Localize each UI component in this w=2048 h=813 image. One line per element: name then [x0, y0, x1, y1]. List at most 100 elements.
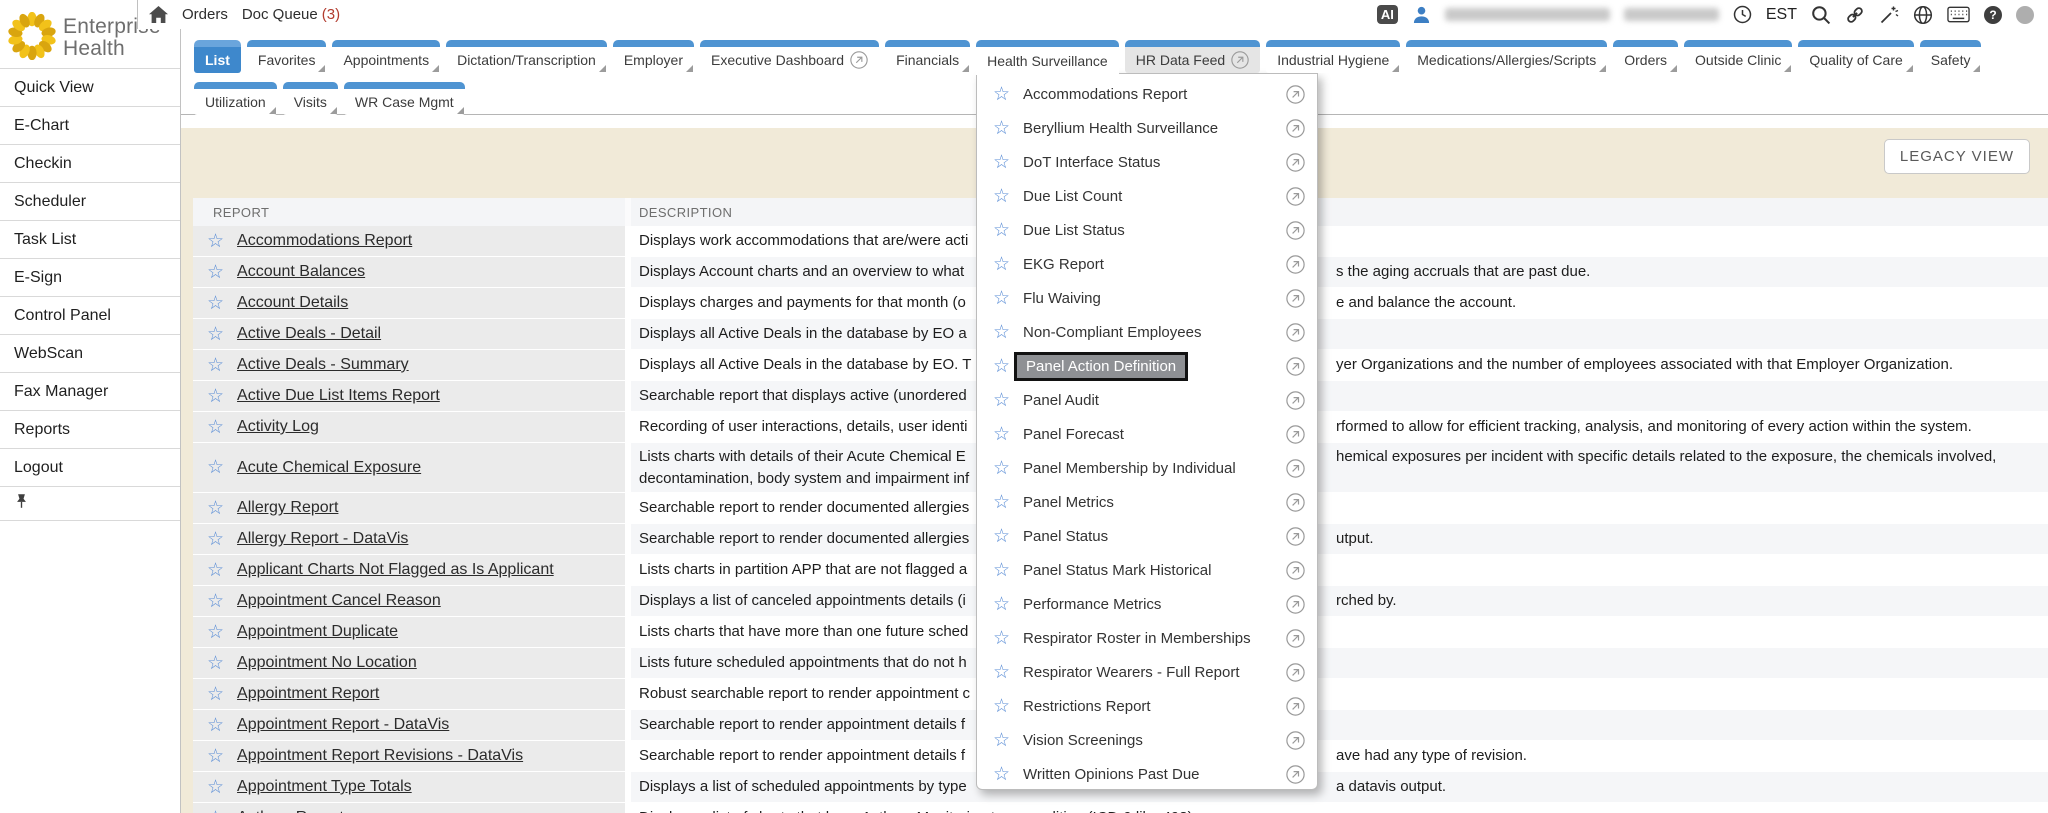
- report-link[interactable]: Appointment Report: [237, 685, 379, 703]
- sidebar-item-scheduler[interactable]: Scheduler: [0, 183, 180, 221]
- report-link[interactable]: Acute Chemical Exposure: [237, 459, 421, 477]
- link-icon[interactable]: [1845, 5, 1865, 25]
- user-icon[interactable]: [1412, 5, 1431, 24]
- open-in-new-icon[interactable]: [1286, 289, 1305, 308]
- favorite-star-icon[interactable]: ☆: [207, 654, 224, 673]
- favorite-star-icon[interactable]: ☆: [207, 530, 224, 549]
- dropdown-item-respirator-wearers-full-report[interactable]: ☆Respirator Wearers - Full Report: [977, 655, 1317, 689]
- favorite-star-icon[interactable]: ☆: [207, 561, 224, 580]
- report-link[interactable]: Account Balances: [237, 263, 365, 281]
- dropdown-item-panel-audit[interactable]: ☆Panel Audit: [977, 383, 1317, 417]
- report-link[interactable]: Appointment Cancel Reason: [237, 592, 441, 610]
- open-in-new-icon[interactable]: [1286, 221, 1305, 240]
- open-in-new-icon[interactable]: [1286, 697, 1305, 716]
- dropdown-item-performance-metrics[interactable]: ☆Performance Metrics: [977, 587, 1317, 621]
- favorite-star-icon[interactable]: ☆: [993, 527, 1010, 546]
- favorite-star-icon[interactable]: ☆: [207, 356, 224, 375]
- sidebar-item-control-panel[interactable]: Control Panel: [0, 297, 180, 335]
- open-in-new-icon[interactable]: [1286, 629, 1305, 648]
- keyboard-icon[interactable]: [1947, 6, 1970, 23]
- dropdown-item-panel-status-mark-historical[interactable]: ☆Panel Status Mark Historical: [977, 553, 1317, 587]
- report-link[interactable]: Appointment Type Totals: [237, 778, 412, 796]
- dropdown-item-written-opinions-past-due[interactable]: ☆Written Opinions Past Due: [977, 757, 1317, 791]
- open-in-new-icon[interactable]: [1286, 561, 1305, 580]
- open-in-new-icon[interactable]: [1286, 323, 1305, 342]
- open-in-new-icon[interactable]: [1286, 255, 1305, 274]
- report-link[interactable]: Asthma Report: [237, 809, 344, 813]
- topbar-doc-queue-link[interactable]: Doc Queue(3): [242, 6, 340, 23]
- favorite-star-icon[interactable]: ☆: [207, 418, 224, 437]
- open-in-new-icon[interactable]: [1286, 527, 1305, 546]
- open-in-new-icon[interactable]: [1286, 765, 1305, 784]
- dropdown-item-respirator-roster-in-memberships[interactable]: ☆Respirator Roster in Memberships: [977, 621, 1317, 655]
- favorite-star-icon[interactable]: ☆: [207, 458, 224, 477]
- tab-list[interactable]: List: [194, 40, 241, 75]
- report-link[interactable]: Appointment Report Revisions - DataVis: [237, 747, 523, 765]
- sidebar-item-webscan[interactable]: WebScan: [0, 335, 180, 373]
- favorite-star-icon[interactable]: ☆: [993, 221, 1010, 240]
- open-in-new-icon[interactable]: [1286, 119, 1305, 138]
- favorite-star-icon[interactable]: ☆: [207, 325, 224, 344]
- open-in-new-icon[interactable]: [1286, 357, 1305, 376]
- report-link[interactable]: Activity Log: [237, 418, 319, 436]
- tab-hr-data-feed[interactable]: HR Data Feed: [1125, 40, 1260, 75]
- dropdown-item-due-list-count[interactable]: ☆Due List Count: [977, 179, 1317, 213]
- favorite-star-icon[interactable]: ☆: [207, 592, 224, 611]
- tab-employer[interactable]: Employer: [613, 40, 694, 75]
- search-icon[interactable]: [1811, 5, 1831, 25]
- home-icon[interactable]: [149, 6, 168, 23]
- report-link[interactable]: Appointment No Location: [237, 654, 417, 672]
- sidebar-item-reports[interactable]: Reports: [0, 411, 180, 449]
- dropdown-item-restrictions-report[interactable]: ☆Restrictions Report: [977, 689, 1317, 723]
- sidebar-pin-row[interactable]: [0, 487, 180, 521]
- dropdown-item-panel-membership-by-individual[interactable]: ☆Panel Membership by Individual: [977, 451, 1317, 485]
- favorite-star-icon[interactable]: ☆: [993, 765, 1010, 784]
- favorite-star-icon[interactable]: ☆: [993, 459, 1010, 478]
- magic-wand-icon[interactable]: [1879, 5, 1899, 25]
- tab-outside-clinic[interactable]: Outside Clinic: [1684, 40, 1792, 75]
- open-in-new-icon[interactable]: [1286, 731, 1305, 750]
- tab-safety[interactable]: Safety: [1920, 40, 1982, 75]
- dropdown-item-flu-waiving[interactable]: ☆Flu Waiving: [977, 281, 1317, 315]
- open-in-new-icon[interactable]: [1286, 459, 1305, 478]
- favorite-star-icon[interactable]: ☆: [993, 255, 1010, 274]
- favorite-star-icon[interactable]: ☆: [993, 119, 1010, 138]
- open-in-new-icon[interactable]: [1286, 663, 1305, 682]
- dropdown-item-panel-forecast[interactable]: ☆Panel Forecast: [977, 417, 1317, 451]
- dropdown-item-dot-interface-status[interactable]: ☆DoT Interface Status: [977, 145, 1317, 179]
- report-link[interactable]: Allergy Report: [237, 499, 338, 517]
- tab-orders[interactable]: Orders: [1613, 40, 1678, 75]
- dropdown-item-panel-metrics[interactable]: ☆Panel Metrics: [977, 485, 1317, 519]
- favorite-star-icon[interactable]: ☆: [993, 391, 1010, 410]
- tab-financials[interactable]: Financials: [885, 40, 970, 75]
- open-in-new-icon[interactable]: [1286, 425, 1305, 444]
- report-link[interactable]: Appointment Report - DataVis: [237, 716, 449, 734]
- open-in-new-icon[interactable]: [850, 51, 868, 69]
- topbar-orders-link[interactable]: Orders: [182, 6, 228, 23]
- favorite-star-icon[interactable]: ☆: [993, 323, 1010, 342]
- favorite-star-icon[interactable]: ☆: [993, 561, 1010, 580]
- favorite-star-icon[interactable]: ☆: [207, 232, 224, 251]
- favorite-star-icon[interactable]: ☆: [993, 629, 1010, 648]
- clock-icon[interactable]: [1733, 5, 1752, 24]
- favorite-star-icon[interactable]: ☆: [207, 747, 224, 766]
- ai-badge[interactable]: AI: [1377, 5, 1398, 24]
- sidebar-item-e-chart[interactable]: E-Chart: [0, 107, 180, 145]
- report-link[interactable]: Active Deals - Summary: [237, 356, 409, 374]
- favorite-star-icon[interactable]: ☆: [993, 697, 1010, 716]
- pin-icon[interactable]: [13, 492, 30, 515]
- open-in-new-icon[interactable]: [1286, 391, 1305, 410]
- legacy-view-button[interactable]: LEGACY VIEW: [1884, 139, 2030, 174]
- dropdown-item-vision-screenings[interactable]: ☆Vision Screenings: [977, 723, 1317, 757]
- tab-wr-case-mgmt[interactable]: WR Case Mgmt: [344, 82, 465, 115]
- tab-utilization[interactable]: Utilization: [194, 82, 277, 115]
- tab-dictation-transcription[interactable]: Dictation/Transcription: [446, 40, 607, 75]
- report-link[interactable]: Active Due List Items Report: [237, 387, 440, 405]
- tab-quality-of-care[interactable]: Quality of Care: [1798, 40, 1913, 75]
- favorite-star-icon[interactable]: ☆: [993, 289, 1010, 308]
- favorite-star-icon[interactable]: ☆: [207, 778, 224, 797]
- favorite-star-icon[interactable]: ☆: [207, 387, 224, 406]
- favorite-star-icon[interactable]: ☆: [207, 809, 224, 813]
- favorite-star-icon[interactable]: ☆: [993, 153, 1010, 172]
- tab-visits[interactable]: Visits: [283, 82, 338, 115]
